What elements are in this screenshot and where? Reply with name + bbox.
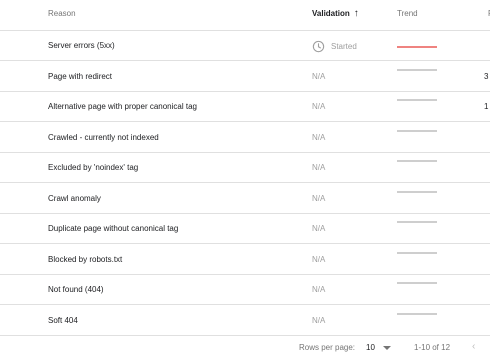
table-row[interactable]: edBlocked by robots.txtN/A — [0, 245, 490, 275]
column-header-validation[interactable]: Validation ↑ — [312, 0, 359, 31]
table-row[interactable]: edCrawl anomalyN/A — [0, 184, 490, 214]
row-validation-label: N/A — [312, 285, 326, 294]
table-row[interactable]: edDuplicate page without canonical tagN/… — [0, 214, 490, 244]
row-reason: Not found (404) — [48, 285, 104, 294]
row-validation: N/A — [312, 184, 325, 214]
row-validation-label: N/A — [312, 163, 326, 172]
row-reason: Crawled - currently not indexed — [48, 132, 159, 142]
trend-sparkline — [397, 130, 437, 131]
table-row[interactable]: edNot found (404)N/A — [0, 275, 490, 305]
row-validation: N/A — [312, 306, 325, 336]
row-validation: N/A — [312, 275, 325, 305]
trend-sparkline — [397, 221, 437, 223]
rows-per-page-select[interactable]: 10 — [366, 343, 391, 352]
table-row[interactable]: edSoft 404N/A — [0, 306, 490, 336]
row-validation-label: N/A — [312, 102, 326, 111]
table-row[interactable]: edExcluded by 'noindex' tagN/A — [0, 153, 490, 183]
row-validation-label: N/A — [312, 224, 326, 233]
row-reason: Excluded by 'noindex' tag — [48, 163, 139, 172]
row-validation-label: Started — [331, 41, 357, 51]
table-header: Reason Validation↑ Trend P — [0, 0, 490, 31]
row-validation-label: N/A — [312, 315, 326, 325]
row-reason: Crawl anomaly — [48, 193, 101, 203]
trend-sparkline — [397, 69, 437, 70]
row-validation-label: N/A — [312, 193, 326, 203]
table-row[interactable]: edAlternative page with proper canonical… — [0, 92, 490, 122]
trend-sparkline — [397, 313, 437, 314]
table-pagination: Rows per page: 10 1-10 of 12 ‹ — [0, 336, 490, 360]
trend-sparkline — [397, 252, 437, 253]
row-reason: Server errors (5xx) — [48, 41, 115, 50]
trend-sparkline — [397, 99, 437, 101]
row-reason: Duplicate page without canonical tag — [48, 224, 179, 233]
row-pages-count: 1 — [484, 102, 489, 111]
column-header-trend[interactable]: Trend — [397, 0, 418, 31]
pagination-range: 1-10 of 12 — [414, 343, 451, 352]
row-validation-label: N/A — [312, 254, 326, 264]
column-header-reason[interactable]: Reason — [48, 0, 76, 31]
trend-sparkline — [397, 160, 437, 162]
row-reason: Alternative page with proper canonical t… — [48, 102, 197, 111]
row-validation: N/A — [312, 214, 325, 244]
row-validation-label: N/A — [312, 71, 326, 81]
trend-sparkline — [397, 191, 437, 192]
dropdown-caret-icon — [382, 345, 391, 350]
row-validation: N/A — [312, 123, 325, 153]
table-row[interactable]: edPage with redirectN/A3 — [0, 62, 490, 92]
clock-icon — [312, 40, 325, 52]
previous-page-icon[interactable]: ‹ — [472, 341, 475, 352]
row-reason: Page with redirect — [48, 71, 113, 81]
row-validation: N/A — [312, 153, 325, 183]
row-pages-count: 3 — [484, 71, 489, 81]
rows-per-page-value: 10 — [366, 343, 375, 352]
row-validation: N/A — [312, 62, 325, 92]
sort-arrow-up-icon: ↑ — [353, 8, 359, 19]
row-validation: N/A — [312, 92, 325, 122]
trend-sparkline — [397, 46, 437, 48]
column-header-validation-label: Validation — [312, 9, 350, 18]
rows-per-page-label: Rows per page: — [299, 343, 356, 352]
row-reason: Blocked by robots.txt — [48, 254, 123, 264]
table-row[interactable]: Server errors (5xx) Started — [0, 31, 490, 61]
trend-sparkline — [397, 282, 437, 284]
row-validation-label: N/A — [312, 132, 326, 142]
row-reason: Soft 404 — [48, 315, 78, 325]
row-validation: N/A — [312, 245, 325, 275]
table-row[interactable]: edCrawled - currently not indexedN/A — [0, 123, 490, 153]
row-validation: Started — [312, 31, 357, 61]
